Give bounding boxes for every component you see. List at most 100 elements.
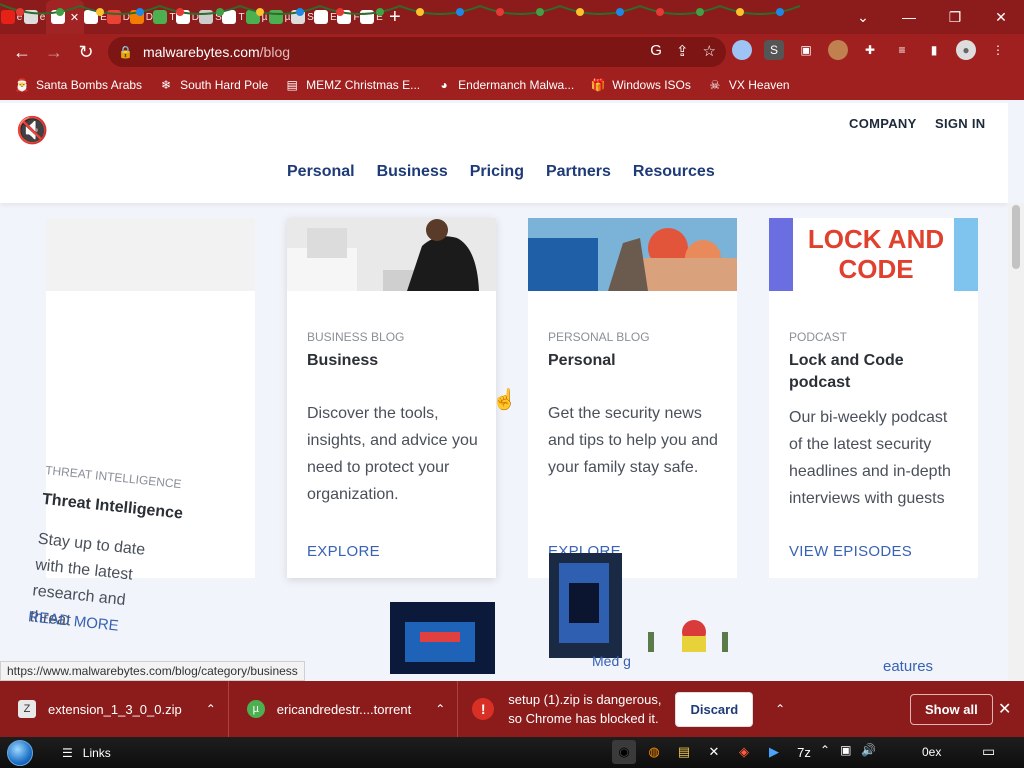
card-category: PODCAST xyxy=(789,330,848,344)
nav-pricing[interactable]: Pricing xyxy=(470,163,524,181)
tab-title: E xyxy=(100,11,107,23)
tab-title: T xyxy=(238,11,245,23)
tab-search-button[interactable]: ⌄ xyxy=(840,0,886,34)
personal-blog-card[interactable]: PERSONAL BLOG Personal Get the security … xyxy=(528,218,737,578)
reading-list-icon[interactable]: ≡ xyxy=(892,40,912,60)
browser-tab[interactable]: E xyxy=(314,0,337,34)
warning-line-1: setup (1).zip is dangerous, xyxy=(508,692,662,707)
powershell-taskbar-icon[interactable]: ▶ xyxy=(762,740,786,764)
bookmark-item[interactable]: ◕ Endermanch Malwa... xyxy=(436,77,575,93)
network-icon[interactable]: ▣ xyxy=(840,743,851,757)
close-shelf-icon[interactable]: ✕ xyxy=(998,699,1011,719)
omnibox[interactable]: 🔒 malwarebytes.com/blog G ⇪ ☆ xyxy=(108,37,726,67)
card-description: Get the security news and tips to help y… xyxy=(548,405,718,476)
browser-tab[interactable]: µ xyxy=(268,0,291,34)
browser-tab[interactable]: E xyxy=(84,0,107,34)
new-tab-button[interactable]: + xyxy=(389,6,401,29)
reload-button[interactable]: ↻ xyxy=(70,36,102,68)
clock[interactable]: 0ex xyxy=(922,745,941,759)
google-lens-icon[interactable]: G xyxy=(650,42,662,60)
card-description: Discover the tools, insights, and advice… xyxy=(307,405,478,503)
explorer-taskbar-icon[interactable]: ▤ xyxy=(672,740,696,764)
menu-kebab-icon[interactable]: ⋮ xyxy=(988,40,1008,60)
share-icon[interactable]: ⇪ xyxy=(676,42,689,60)
browser-tab[interactable]: ✕ xyxy=(46,0,84,34)
browser-tab[interactable]: E xyxy=(360,0,383,34)
show-hidden-icons-icon[interactable]: ⌃ xyxy=(820,743,830,757)
status-bar-url: https://www.malwarebytes.com/blog/catego… xyxy=(0,661,305,681)
bookmark-label: Endermanch Malwa... xyxy=(458,78,575,92)
nav-personal[interactable]: Personal xyxy=(287,163,355,181)
bookmark-star-icon[interactable]: ☆ xyxy=(703,42,716,60)
chevron-up-icon[interactable]: ⌃ xyxy=(775,700,785,719)
browser-tab[interactable]: F xyxy=(337,0,360,34)
browser-tab[interactable]: T xyxy=(222,0,245,34)
business-blog-card[interactable]: BUSINESS BLOG Business Discover the tool… xyxy=(287,218,496,578)
mute-speaker-icon[interactable]: 🔇 xyxy=(16,115,48,146)
company-link[interactable]: COMPANY xyxy=(849,116,917,131)
7zip-taskbar-icon[interactable]: 7z xyxy=(792,740,816,764)
nav-business[interactable]: Business xyxy=(377,163,448,181)
view-episodes-link[interactable]: VIEW EPISODES xyxy=(789,543,912,560)
tab-title: E xyxy=(376,11,383,23)
browser-tab[interactable]: D xyxy=(176,0,199,34)
scrollbar-thumb[interactable] xyxy=(1012,205,1020,269)
show-all-button[interactable]: Show all xyxy=(910,694,993,725)
podcast-card[interactable]: LOCK AND CODE PODCAST Lock and Code podc… xyxy=(769,218,978,578)
puzzle-icon xyxy=(314,10,329,24)
download-item-torrent[interactable]: µ ericandredestr....torrent ⌃ xyxy=(229,681,459,737)
sign-in-link[interactable]: SIGN IN xyxy=(935,116,986,131)
discard-button[interactable]: Discard xyxy=(675,691,754,727)
profile-extension-icon[interactable] xyxy=(828,40,848,60)
side-panel-icon[interactable]: ▮ xyxy=(924,40,944,60)
firefox-taskbar-icon[interactable]: ◍ xyxy=(642,740,666,764)
download-item-zip[interactable]: Z extension_1_3_0_0.zip ⌃ xyxy=(0,681,229,737)
browser-tab[interactable]: e xyxy=(0,0,23,34)
account-avatar-icon[interactable]: ● xyxy=(956,40,976,60)
browser-tab[interactable]: D xyxy=(107,0,130,34)
chevron-up-icon[interactable]: ⌃ xyxy=(206,702,216,716)
museum-icon xyxy=(360,10,375,24)
image-icon xyxy=(199,10,214,24)
nav-partners[interactable]: Partners xyxy=(546,163,611,181)
page-scrollbar[interactable] xyxy=(1008,203,1024,680)
card-image-stripe xyxy=(954,218,978,291)
explore-business-link[interactable]: EXPLORE xyxy=(307,543,380,560)
start-button[interactable] xyxy=(0,737,40,768)
chevron-up-icon[interactable]: ⌃ xyxy=(435,702,445,716)
bookmark-item[interactable]: ❄ South Hard Pole xyxy=(158,77,268,93)
excel-taskbar-icon[interactable]: ✕ xyxy=(702,740,726,764)
chrome-taskbar-icon[interactable]: ◉ xyxy=(612,740,636,764)
restore-button[interactable]: ❐ xyxy=(932,0,978,34)
browser-tab[interactable]: µ xyxy=(245,0,268,34)
card-image-stripe xyxy=(769,218,793,291)
browser-tab[interactable]: D xyxy=(130,0,153,34)
browser-tab[interactable]: S xyxy=(291,0,314,34)
browser-tab[interactable]: S xyxy=(199,0,222,34)
warning-icon: ! xyxy=(472,698,495,720)
s-extension-icon[interactable]: S xyxy=(764,40,784,60)
action-center-icon[interactable]: ▭ xyxy=(982,743,995,760)
minimize-button[interactable]: — xyxy=(886,0,932,34)
browser-tab[interactable]: e xyxy=(23,0,46,34)
utorrent-icon xyxy=(153,10,168,24)
nav-resources[interactable]: Resources xyxy=(633,163,715,181)
close-tab-icon[interactable]: ✕ xyxy=(70,11,79,24)
lock-icon[interactable]: 🔒 xyxy=(118,45,133,59)
bookmark-item[interactable]: 🎁 Windows ISOs xyxy=(590,77,691,93)
browser-tab[interactable]: T xyxy=(153,0,176,34)
volume-icon[interactable]: 🔊 xyxy=(861,743,876,757)
browser-taskbar-icon[interactable]: ◈ xyxy=(732,740,756,764)
close-window-button[interactable]: ✕ xyxy=(978,0,1024,34)
links-toolbar[interactable]: ☰ Links xyxy=(62,746,111,760)
bookmark-item[interactable]: ▤ MEMZ Christmas E... xyxy=(284,77,420,93)
system-tray: ⌃ ▣ 🔊 xyxy=(820,743,876,757)
download-icon xyxy=(176,10,190,24)
flag-extension-icon[interactable] xyxy=(732,40,752,60)
back-button[interactable]: ← xyxy=(6,36,38,68)
bookmark-item[interactable]: ☠ VX Heaven xyxy=(707,77,790,93)
bookmark-item[interactable]: 🎅 Santa Bombs Arabs xyxy=(14,77,143,93)
forward-button[interactable]: → xyxy=(38,36,70,68)
extensions-puzzle-icon[interactable]: ✚ xyxy=(860,40,880,60)
screenshot-extension-icon[interactable]: ▣ xyxy=(796,40,816,60)
